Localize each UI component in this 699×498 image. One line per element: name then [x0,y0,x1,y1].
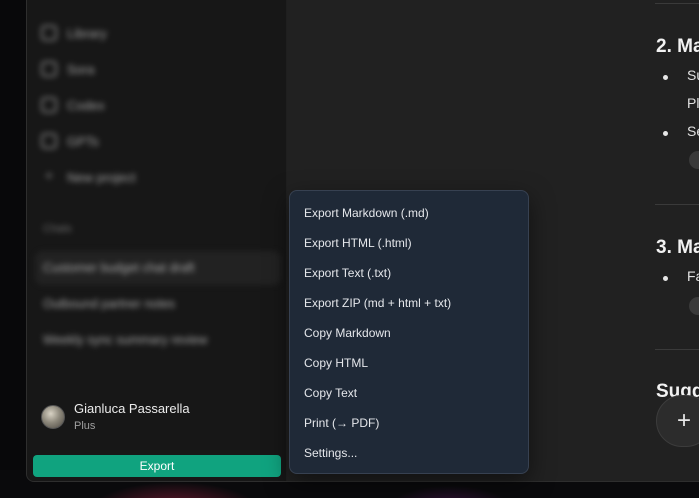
section-heading-3: 3. Ma [656,237,699,258]
sidebar-item-label: Sora [67,61,95,77]
user-plan: Plus [74,420,96,432]
video-icon [41,61,57,77]
chat-item-label: Customer budget chat draft [43,261,195,275]
menu-item-copy-html[interactable]: Copy HTML [290,348,528,378]
sidebar-item-label: GPTs [67,133,99,149]
list-item-text: Pl [687,95,699,111]
code-icon [41,97,57,113]
chat-item-label: Weekly sync summary review [43,333,208,347]
chat-item[interactable]: Outbound partner notes [35,287,281,321]
library-icon [41,25,57,41]
list-item-text: Se [687,123,699,139]
add-attachment-button[interactable]: + [656,395,699,447]
plus-icon: + [676,407,691,434]
menu-item-settings[interactable]: Settings... [290,438,528,468]
sidebar-item-codex[interactable]: Codex [41,93,241,117]
avatar [41,405,65,429]
bullet-dot [663,75,668,80]
sidebar-item-new-project[interactable]: + New project [41,165,241,189]
sidebar-item-label: New project [67,169,136,185]
menu-item-copy-text[interactable]: Copy Text [290,378,528,408]
export-menu: Export Markdown (.md) Export HTML (.html… [289,190,529,474]
content-divider [655,204,699,205]
menu-item-export-markdown[interactable]: Export Markdown (.md) [290,198,528,228]
user-name: Gianluca Passarella [74,401,190,416]
sidebar: Library Sora Codex GPTs + New project Ch… [27,0,287,481]
grid-icon [41,133,57,149]
chat-item[interactable]: Weekly sync summary review [35,323,281,357]
list-item-text: Fa [687,268,699,284]
bullet-dot [663,131,668,136]
list-item-text: Su [687,67,699,83]
chat-item[interactable]: Customer budget chat draft [35,251,281,285]
sidebar-item-library[interactable]: Library [41,21,241,45]
content-divider [655,349,699,350]
menu-item-print-pdf[interactable]: Print (→ PDF) [290,408,528,438]
sidebar-item-gpts[interactable]: GPTs [41,129,241,153]
menu-item-copy-markdown[interactable]: Copy Markdown [290,318,528,348]
chats-section-label: Chats [43,223,72,235]
user-profile[interactable]: Gianluca Passarella Plus [41,401,190,433]
menu-item-export-zip[interactable]: Export ZIP (md + html + txt) [290,288,528,318]
chat-item-label: Outbound partner notes [43,297,176,311]
menu-item-export-text[interactable]: Export Text (.txt) [290,258,528,288]
plus-icon: + [44,168,54,185]
sidebar-item-label: Codex [67,97,105,113]
sidebar-item-sora[interactable]: Sora [41,57,241,81]
bullet-dot [663,276,668,281]
section-heading-2: 2. Ma [656,36,699,57]
content-divider [655,3,699,4]
inline-code-pill [689,297,699,315]
inline-code-pill [689,151,699,169]
menu-item-export-html[interactable]: Export HTML (.html) [290,228,528,258]
sidebar-item-label: Library [67,25,107,41]
export-button[interactable]: Export [33,455,281,477]
